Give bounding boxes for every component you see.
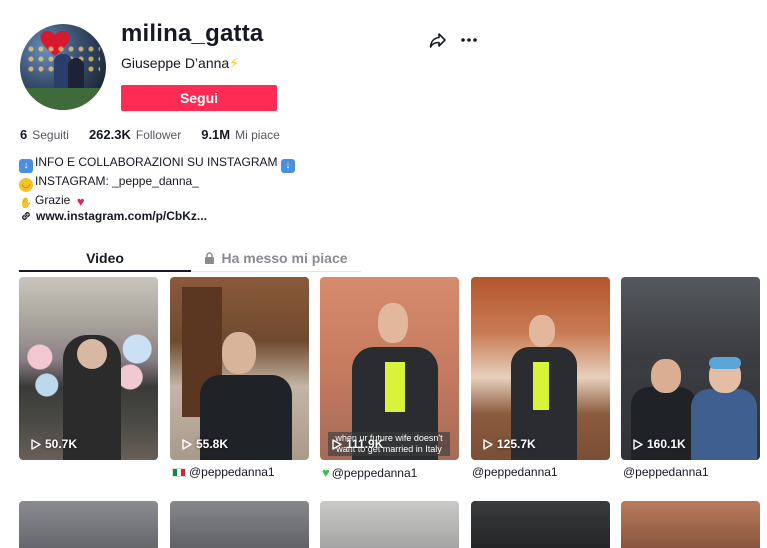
view-count: 50.7K: [31, 437, 77, 451]
view-count: 125.7K: [483, 437, 536, 451]
following-count: 6: [20, 127, 28, 142]
view-count-text: 55.8K: [196, 437, 229, 451]
view-count: 160.1K: [633, 437, 686, 451]
video-caption-text: @peppedanna1: [623, 465, 709, 479]
link-icon: [22, 212, 30, 220]
followers-label: Follower: [135, 128, 182, 142]
profile-tabs: Video Ha messo mi piace: [19, 245, 361, 272]
thumbnail-person: [691, 389, 757, 460]
thumbnail-shirt-print: [533, 362, 549, 410]
video-card[interactable]: when ur future wife doesn't want to get …: [320, 277, 459, 460]
video-caption[interactable]: @peppedanna1: [172, 465, 275, 479]
video-card[interactable]: [621, 501, 760, 548]
view-count-text: 50.7K: [45, 437, 78, 451]
follow-button[interactable]: Segui: [121, 85, 277, 111]
likes-stat: 9.1M Mi piace: [201, 127, 280, 142]
down-arrow-emoji: ↓: [280, 159, 295, 173]
video-card[interactable]: 50.7K: [19, 277, 158, 460]
video-card[interactable]: [320, 501, 459, 548]
tab-video-label: Video: [86, 249, 124, 266]
smile-emoji: ◡: [19, 178, 33, 192]
thumbnail-head: [651, 359, 681, 393]
thumbnail-head: [222, 332, 256, 374]
bio-line: ↓ INFO E COLLABORAZIONI SU INSTAGRAM ↓: [19, 154, 297, 173]
username: milina_gatta: [121, 20, 264, 47]
view-count: 55.8K: [182, 437, 228, 451]
nickname: Giuseppe D’anna⚡: [121, 55, 239, 72]
link-text[interactable]: www.instagram.com/p/CbKz...: [36, 209, 207, 223]
followers-stat[interactable]: 262.3K Follower: [89, 127, 181, 142]
tab-liked-label: Ha messo mi piace: [221, 250, 348, 266]
followers-count: 262.3K: [88, 127, 131, 142]
bio-line-text: INSTAGRAM: _peppe_danna_: [35, 174, 199, 188]
bio-link[interactable]: www.instagram.com/p/CbKz...: [20, 209, 207, 223]
following-stat[interactable]: 6 Seguiti: [20, 127, 69, 142]
view-count: 111.9K: [332, 437, 383, 451]
following-label: Seguiti: [32, 128, 69, 142]
bio-line-text: Grazie: [35, 193, 71, 207]
down-arrow-emoji: ↓: [19, 159, 33, 173]
play-icon: [483, 438, 493, 450]
thumbnail-hair: [709, 357, 741, 369]
video-card[interactable]: [170, 501, 309, 548]
profile-stats: 6 Seguiti 262.3K Follower 9.1M Mi piace: [20, 127, 300, 142]
video-caption-text: @peppedanna1: [331, 465, 418, 480]
likes-label: Mi piace: [235, 128, 280, 142]
play-icon: [633, 438, 643, 450]
more-icon[interactable]: [459, 30, 479, 50]
view-count-text: 160.1K: [647, 437, 686, 451]
bio: ↓ INFO E COLLABORAZIONI SU INSTAGRAM ↓ ◡ I…: [19, 154, 297, 211]
video-card[interactable]: [19, 501, 158, 548]
play-icon: [332, 438, 342, 450]
lightning-emoji: ⚡: [229, 55, 240, 71]
avatar[interactable]: [20, 24, 106, 110]
thumbnail-head: [77, 339, 107, 369]
avatar-ground: [20, 88, 106, 110]
video-caption-text: @peppedanna1: [189, 465, 275, 479]
nickname-text: Giuseppe D’anna: [121, 55, 230, 71]
red-heart-emoji: ♥: [76, 194, 85, 209]
video-card[interactable]: [471, 501, 610, 548]
share-icon[interactable]: [428, 30, 448, 50]
bio-line-text: INFO E COLLABORAZIONI SU INSTAGRAM: [35, 155, 278, 169]
video-card[interactable]: 55.8K: [170, 277, 309, 460]
thumbnail-shirt-print: [385, 362, 405, 412]
likes-count: 9.1M: [201, 127, 231, 142]
italy-flag-icon: [172, 467, 186, 477]
view-count-text: 125.7K: [497, 437, 536, 451]
video-caption[interactable]: @peppedanna1: [623, 465, 709, 479]
video-card[interactable]: 125.7K: [471, 277, 610, 460]
green-heart-emoji: ♥: [322, 465, 330, 480]
video-caption[interactable]: ♥ @peppedanna1: [322, 465, 417, 480]
tab-liked[interactable]: Ha messo mi piace: [191, 245, 361, 272]
lock-icon: [205, 252, 215, 264]
bio-line: ◡ INSTAGRAM: _peppe_danna_: [19, 173, 297, 192]
video-card[interactable]: 160.1K: [621, 277, 760, 460]
tab-video[interactable]: Video: [19, 245, 191, 272]
thumbnail-head: [529, 315, 555, 347]
video-caption-text: @peppedanna1: [472, 465, 558, 479]
play-icon: [31, 438, 41, 450]
view-count-text: 111.9K: [346, 437, 384, 451]
thumbnail-head: [378, 303, 408, 343]
play-icon: [182, 438, 192, 450]
video-caption[interactable]: @peppedanna1: [472, 465, 558, 479]
